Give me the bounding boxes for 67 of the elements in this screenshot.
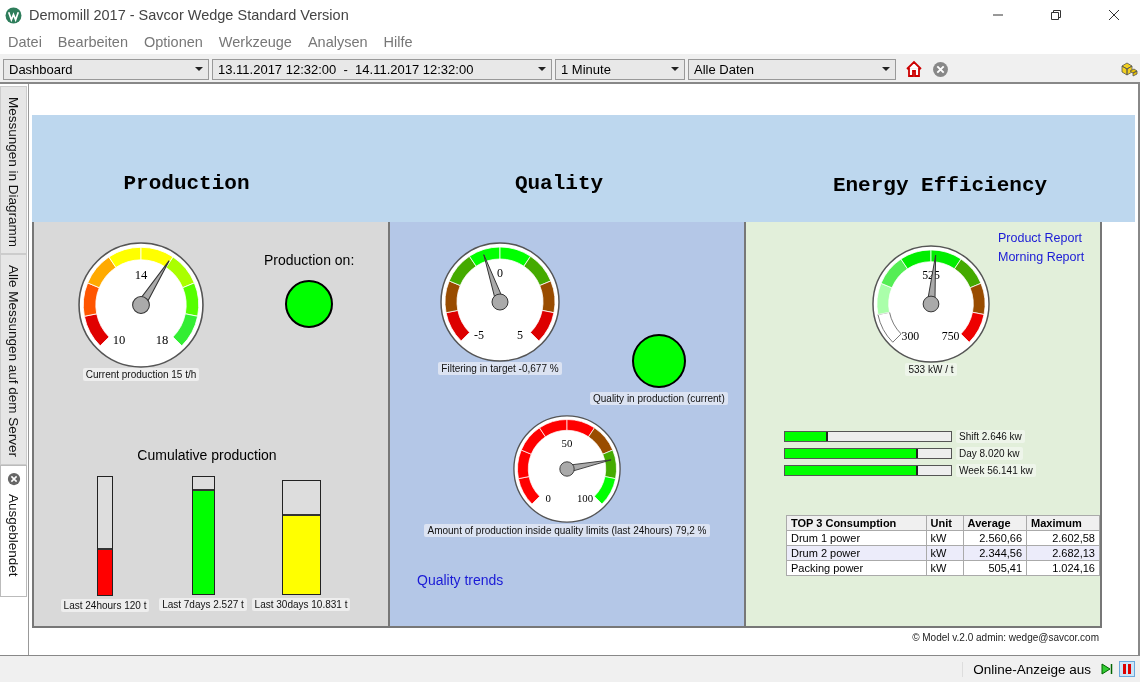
chart-title: Cumulative production <box>137 447 277 463</box>
close-icon[interactable] <box>1108 9 1120 21</box>
quality-trends-link[interactable]: Quality trends <box>417 572 504 588</box>
cubes-icon[interactable] <box>1120 61 1138 77</box>
status-caption: Quality in production (current) <box>590 392 728 405</box>
report-link[interactable]: Morning Report <box>998 250 1085 264</box>
table-cell: kW <box>926 560 964 576</box>
scale-min: 0 <box>545 492 551 505</box>
side-tab[interactable]: Ausgeblendet <box>0 465 27 597</box>
status-text: Online-Anzeige aus <box>962 661 1091 677</box>
section-title: Quality <box>514 172 604 195</box>
tank-caption: Last 7days 2.527 t <box>159 598 247 611</box>
scale-max: 18 <box>155 332 169 347</box>
app-logo-icon <box>5 6 22 24</box>
gauge-caption: Filtering in target -0,677 % <box>438 362 562 375</box>
gauge-caption: Amount of production inside quality limits (last 24hours) 79,2 % <box>424 524 710 537</box>
tank-caption: Last 30days 10.831 t <box>251 598 351 611</box>
pause-icon[interactable] <box>1119 661 1135 677</box>
maximize-icon[interactable] <box>1050 9 1062 21</box>
play-next-icon[interactable] <box>1100 662 1114 676</box>
table-cell: 1.024,16 <box>1026 560 1100 576</box>
interval-dropdown[interactable]: 1 Minute <box>555 58 685 80</box>
menu-item[interactable]: Hilfe <box>383 34 413 50</box>
column-header: Unit <box>926 515 964 531</box>
column-header: TOP 3 Consumption <box>786 515 926 531</box>
column-header: Average <box>963 515 1027 531</box>
table-cell: Packing power <box>786 560 926 576</box>
table-cell: 2.602,58 <box>1026 530 1100 546</box>
menu-item[interactable]: Datei <box>8 34 42 50</box>
side-tab[interactable]: Messungen in Diagramm <box>0 86 27 254</box>
column-header: Maximum <box>1026 515 1100 531</box>
table-cell: 2.560,66 <box>963 530 1027 546</box>
bar-caption: Shift 2.646 kw <box>956 430 1025 443</box>
table-cell: Drum 1 power <box>786 530 926 546</box>
close-circle-icon[interactable] <box>932 60 949 78</box>
section-title: Energy Efficiency <box>832 174 1048 197</box>
scale-min: 300 <box>901 329 920 344</box>
scale-mid: 0 <box>497 266 503 280</box>
view-dropdown[interactable]: Dashboard <box>3 58 209 80</box>
scale-min: 10 <box>112 332 126 347</box>
scale-max: 750 <box>941 329 960 344</box>
home-icon[interactable] <box>905 60 923 78</box>
footer-text: © Model v.2.0 admin: wedge@savcor.com <box>912 632 1099 643</box>
scale-max: 100 <box>576 492 594 505</box>
menu-item[interactable]: Optionen <box>144 34 203 50</box>
gauge-caption: 533 kW / t <box>905 363 957 376</box>
bar-caption: Week 56.141 kw <box>956 464 1036 477</box>
table-cell: 505,41 <box>963 560 1027 576</box>
time-range-dropdown[interactable]: 13.11.2017 12:32:00 - 14.11.2017 12:32:00 <box>212 58 552 80</box>
bar-caption: Day 8.020 kw <box>956 447 1023 460</box>
menu-item[interactable]: Werkzeuge <box>218 34 292 50</box>
menu-item[interactable]: Bearbeiten <box>57 34 128 50</box>
data-dropdown[interactable]: Alle Daten <box>688 58 896 80</box>
window-title: Demomill 2017 - Savcor Wedge Standard Version <box>29 7 349 23</box>
table-cell: kW <box>926 530 964 546</box>
side-tab[interactable]: Alle Messungen auf dem Server <box>0 254 27 465</box>
scale-mid: 14 <box>134 267 148 282</box>
tank-caption: Last 24hours 120 t <box>60 599 150 612</box>
section-title: Production <box>123 172 250 195</box>
scale-max: 5 <box>517 328 523 342</box>
menu-item[interactable]: Analysen <box>307 34 368 50</box>
close-circle-icon[interactable] <box>6 472 21 486</box>
report-link[interactable]: Product Report <box>998 231 1085 245</box>
status-label: Production on: <box>264 252 355 268</box>
scale-min: -5 <box>474 328 484 342</box>
scale-mid: 50 <box>561 436 573 449</box>
gauge-caption: Current production 15 t/h <box>82 368 200 381</box>
